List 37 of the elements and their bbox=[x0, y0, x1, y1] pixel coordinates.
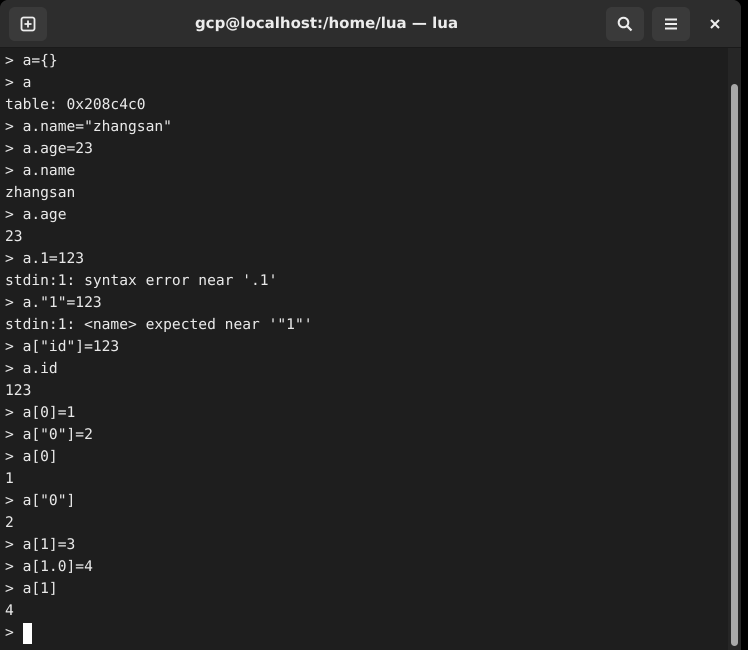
new-tab-button[interactable] bbox=[9, 6, 47, 40]
terminal-line: > a.name bbox=[5, 161, 76, 181]
terminal-line: stdin:1: syntax error near '.1' bbox=[5, 271, 278, 291]
scrollbar[interactable] bbox=[728, 48, 741, 650]
menu-icon bbox=[664, 18, 678, 30]
search-button[interactable] bbox=[606, 6, 644, 40]
terminal-line: > a[0] bbox=[5, 447, 58, 467]
terminal-line: 123 bbox=[5, 381, 32, 401]
terminal-line: stdin:1: <name> expected near '"1"' bbox=[5, 315, 313, 335]
terminal-line: > a["id"]=123 bbox=[5, 337, 120, 357]
terminal-line: > a."1"=123 bbox=[5, 293, 102, 313]
terminal-line: table: 0x208c4c0 bbox=[5, 95, 146, 115]
terminal-line: > a.age bbox=[5, 205, 67, 225]
terminal-line: > a[0]=1 bbox=[5, 403, 76, 423]
terminal-line: 2 bbox=[5, 513, 14, 533]
menu-button[interactable] bbox=[652, 6, 690, 40]
terminal-line: zhangsan bbox=[5, 183, 76, 203]
close-icon bbox=[710, 18, 720, 28]
prompt: > bbox=[5, 623, 14, 643]
new-tab-icon bbox=[20, 16, 36, 32]
terminal-line: > a["0"] bbox=[5, 491, 76, 511]
terminal-line: > a={} bbox=[5, 51, 58, 71]
scrollbar-thumb[interactable] bbox=[731, 84, 738, 646]
terminal-line: 23 bbox=[5, 227, 23, 247]
terminal-line: > a["0"]=2 bbox=[5, 425, 93, 445]
terminal-line: > a bbox=[5, 73, 32, 93]
terminal-line: > a.name="zhangsan" bbox=[5, 117, 172, 137]
search-icon bbox=[617, 16, 633, 32]
terminal-line: > a[1]=3 bbox=[5, 535, 76, 555]
terminal-line: > a[1.0]=4 bbox=[5, 557, 93, 577]
terminal-line: 1 bbox=[5, 469, 14, 489]
terminal-line: > a[1] bbox=[5, 579, 58, 599]
terminal-line: 4 bbox=[5, 601, 14, 621]
terminal-line: > a.age=23 bbox=[5, 139, 93, 159]
window-title: gcp@localhost:/home/lua — lua bbox=[194, 14, 458, 32]
terminal-line: > a.id bbox=[5, 359, 58, 379]
terminal-line: > a.1=123 bbox=[5, 249, 84, 269]
